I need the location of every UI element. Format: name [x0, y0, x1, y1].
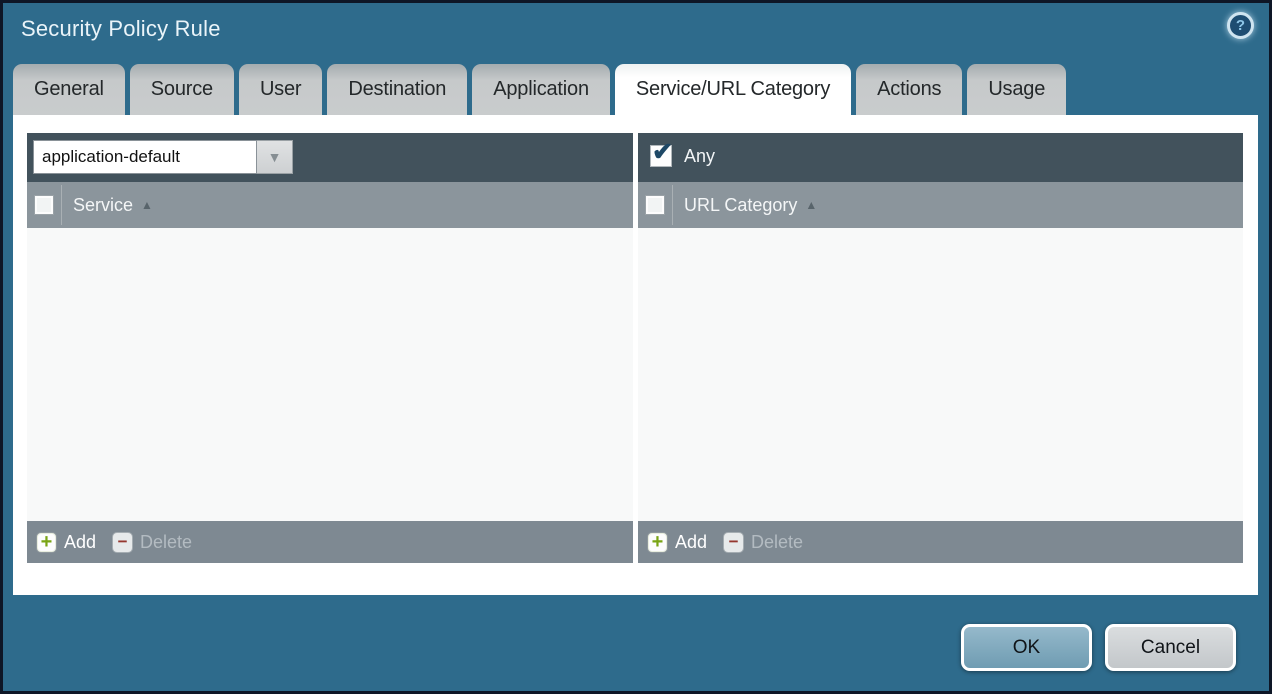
url-category-table-body [638, 228, 1243, 521]
tab-source[interactable]: Source [130, 64, 234, 115]
service-select-all-checkbox[interactable] [34, 195, 54, 215]
url-category-panel-footer: + Add − Delete [638, 521, 1243, 563]
url-category-column-header[interactable]: URL Category ▲ [638, 182, 1243, 228]
url-category-add-button[interactable]: Add [675, 532, 707, 553]
tab-service-url-category[interactable]: Service/URL Category [615, 64, 851, 115]
url-category-column-label: URL Category [684, 195, 797, 216]
any-checkbox[interactable]: ✔ [650, 145, 672, 167]
ok-button[interactable]: OK [961, 624, 1092, 671]
url-category-panel: ✔ Any URL Category ▲ + Add − Delete [638, 133, 1243, 563]
service-panel-header: application-default ▼ [27, 133, 633, 182]
security-policy-rule-dialog: Security Policy Rule ? General Source Us… [0, 0, 1272, 694]
dialog-title: Security Policy Rule [21, 16, 221, 42]
service-table-body [27, 228, 633, 521]
help-icon[interactable]: ? [1227, 12, 1254, 39]
tab-actions[interactable]: Actions [856, 64, 962, 115]
add-icon[interactable]: + [647, 532, 668, 553]
service-column-header[interactable]: Service ▲ [27, 182, 633, 228]
service-column-label: Service [73, 195, 133, 216]
sort-asc-icon: ▲ [141, 198, 153, 212]
column-divider [672, 185, 673, 225]
delete-icon[interactable]: − [723, 532, 744, 553]
column-divider [61, 185, 62, 225]
chevron-down-icon: ▼ [268, 149, 282, 165]
checkmark-icon: ✔ [652, 137, 673, 167]
service-panel: application-default ▼ Service ▲ + Add [27, 133, 633, 563]
service-type-dropdown: application-default ▼ [33, 140, 293, 174]
tab-user[interactable]: User [239, 64, 322, 115]
add-icon[interactable]: + [36, 532, 57, 553]
url-category-panel-header: ✔ Any [638, 133, 1243, 182]
service-type-dropdown-button[interactable]: ▼ [257, 140, 293, 174]
tab-usage[interactable]: Usage [967, 64, 1066, 115]
tab-destination[interactable]: Destination [327, 64, 467, 115]
service-delete-button[interactable]: Delete [140, 532, 192, 553]
sort-asc-icon: ▲ [805, 198, 817, 212]
service-add-button[interactable]: Add [64, 532, 96, 553]
tab-content-area: application-default ▼ Service ▲ + Add [13, 115, 1258, 595]
cancel-button[interactable]: Cancel [1105, 624, 1236, 671]
delete-icon[interactable]: − [112, 532, 133, 553]
service-type-dropdown-value[interactable]: application-default [33, 140, 257, 174]
tab-general[interactable]: General [13, 64, 125, 115]
service-panel-footer: + Add − Delete [27, 521, 633, 563]
tab-bar: General Source User Destination Applicat… [13, 64, 1066, 115]
any-checkbox-label: Any [684, 146, 715, 167]
url-category-select-all-checkbox[interactable] [645, 195, 665, 215]
url-category-delete-button[interactable]: Delete [751, 532, 803, 553]
tab-application[interactable]: Application [472, 64, 610, 115]
